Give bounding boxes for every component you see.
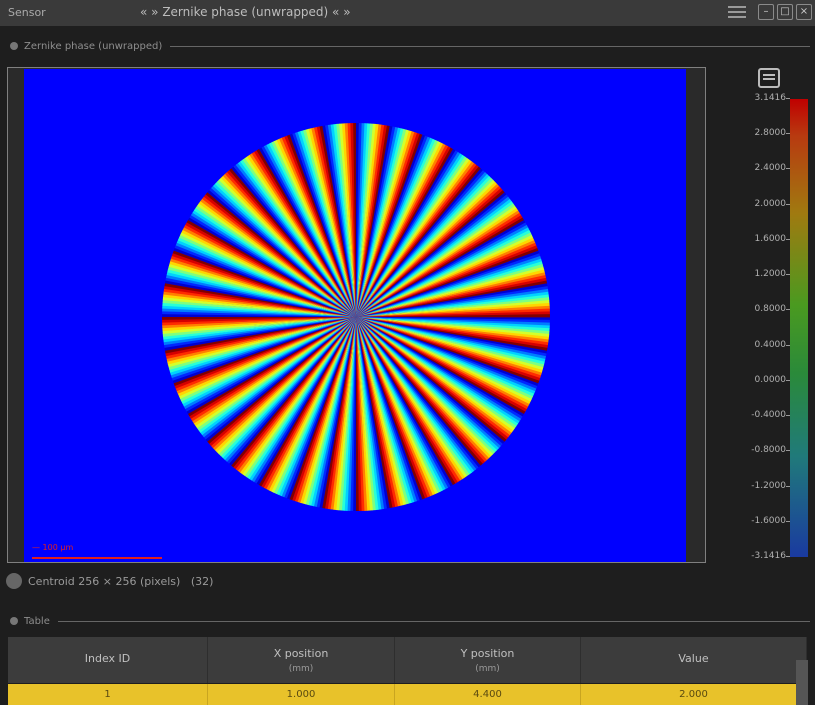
table-header: Index ID X position (mm) Y position (mm)… [8, 637, 807, 683]
colorbar-settings-icon[interactable] [758, 68, 780, 88]
column-label: Index ID [84, 651, 131, 665]
section-divider [57, 620, 810, 622]
colorbar-panel: 3.1416 2.8000 2.4000 2.0000 1.6000 1.2000 0.80… [740, 66, 815, 566]
maximize-button[interactable]: □ [777, 4, 793, 20]
colorbar-tick: -0.4000 [748, 410, 808, 422]
table-cell: 1.000 [208, 684, 395, 705]
colorbar-tick-mark [786, 309, 790, 311]
window-controls: – □ × [758, 4, 812, 20]
column-header[interactable]: Index ID [8, 637, 208, 683]
colorbar-tick: -1.6000 [748, 516, 808, 528]
collapse-icon[interactable] [10, 617, 18, 625]
colorbar-tick: 1.2000 [748, 269, 808, 281]
colorbar-tick-label: 1.2000 [754, 269, 787, 280]
colorbar-tick: 2.4000 [748, 163, 808, 175]
status-text: Centroid 256 × 256 (pixels) (32) [28, 574, 214, 588]
status-row: Centroid 256 × 256 (pixels) (32) [6, 571, 213, 591]
window-title: « » Zernike phase (unwrapped) « » [140, 5, 351, 19]
colorbar-tick-mark [786, 556, 790, 557]
column-unit: (mm) [475, 663, 500, 674]
table-cell: 1 [8, 684, 208, 705]
colorbar-tick-label: -0.8000 [751, 445, 786, 456]
colorbar-tick-label: 0.4000 [754, 339, 787, 350]
column-label: X position [273, 646, 329, 660]
colorbar-tick-mark [786, 379, 790, 381]
colorbar-tick-mark [786, 98, 790, 99]
colorbar-tick-mark [786, 520, 790, 522]
colorbar-tick-label: 2.0000 [754, 198, 787, 209]
colorbar-tick-mark [786, 238, 790, 240]
colorbar-tick-label: 1.6000 [754, 233, 787, 244]
column-label: Y position [460, 646, 515, 660]
colorbar-tick-label: -1.6000 [751, 515, 786, 526]
colorbar-tick-label: -3.1416 [751, 551, 786, 561]
colorbar-tick-mark [786, 450, 790, 452]
colorbar-tick: 2.0000 [748, 199, 808, 211]
column-header[interactable]: Y position (mm) [395, 637, 581, 683]
colorbar-tick-label: 3.1416 [754, 93, 787, 103]
app-label: Sensor [8, 6, 46, 19]
column-header[interactable]: X position (mm) [208, 637, 395, 683]
section-divider [170, 45, 810, 47]
colorbar-tick-mark [786, 415, 790, 417]
colorbar-tick-mark [786, 485, 790, 487]
colorbar-tick-label: 0.8000 [754, 304, 787, 315]
table-section-label: Table [24, 615, 50, 627]
column-header[interactable]: Value [581, 637, 807, 683]
table-cell: 4.400 [395, 684, 581, 705]
colorbar-tick-label: -1.2000 [751, 480, 786, 491]
close-button[interactable]: × [796, 4, 812, 20]
colorbar-tick: 0.4000 [748, 340, 808, 352]
table-cell: 2.000 [581, 684, 807, 705]
scale-bar-label: — 100 µm [32, 543, 74, 552]
hamburger-menu-icon[interactable] [728, 3, 746, 21]
colorbar-tick: 2.8000 [748, 128, 808, 140]
colorbar-tick-mark [786, 203, 790, 205]
colorbar-tick: 0.8000 [748, 304, 808, 316]
colorbar-tick-mark [786, 274, 790, 276]
colorbar-tick: -1.2000 [748, 481, 808, 493]
table-scrollbar[interactable] [796, 660, 808, 705]
colorbar-tick: 0.0000 [748, 375, 808, 387]
colorbar-tick: -0.8000 [748, 445, 808, 457]
scale-bar [32, 557, 162, 559]
collapse-icon[interactable] [10, 42, 18, 50]
column-label: Value [678, 651, 709, 665]
phase-image[interactable]: — 100 µm [24, 69, 686, 562]
colorbar-tick-label: 2.8000 [754, 128, 787, 139]
image-section-header: Zernike phase (unwrapped) [10, 39, 810, 53]
title-bar: Sensor « » Zernike phase (unwrapped) « »… [0, 0, 815, 26]
colorbar-tick-label: 0.0000 [754, 374, 787, 385]
table-row[interactable]: 1 1.000 4.400 2.000 [8, 684, 807, 705]
colorbar-tick: 1.6000 [748, 234, 808, 246]
minimize-button[interactable]: – [758, 4, 774, 20]
colorbar-tick-mark [786, 133, 790, 135]
colorbar-tick-label: 2.4000 [754, 163, 787, 174]
colorbar-tick-mark [786, 168, 790, 170]
results-table: Index ID X position (mm) Y position (mm)… [8, 637, 807, 705]
colorbar-tick-label: -0.4000 [751, 410, 786, 421]
colorbar-tick: 3.1416 [748, 93, 808, 105]
phase-spoke-wheel [162, 123, 550, 511]
image-section-label: Zernike phase (unwrapped) [24, 40, 163, 52]
info-icon [6, 573, 22, 589]
colorbar-tick-mark [786, 344, 790, 346]
table-section-header: Table [10, 614, 810, 628]
colorbar-tick: -3.1416 [748, 551, 808, 563]
column-unit: (mm) [288, 663, 314, 674]
